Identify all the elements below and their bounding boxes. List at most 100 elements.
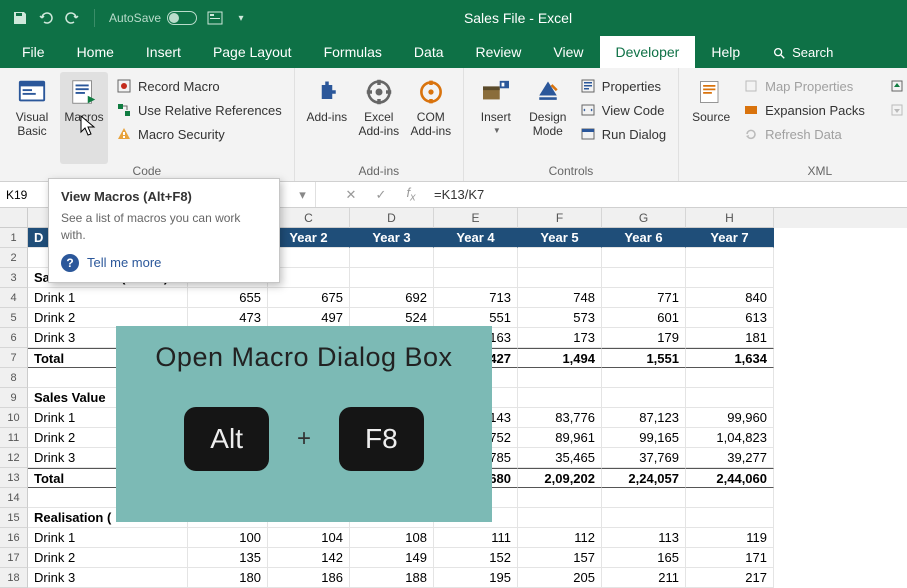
insert-button[interactable]: Insert ▼ xyxy=(472,72,520,164)
tab-developer[interactable]: Developer xyxy=(600,36,696,68)
fx-icon[interactable]: fx xyxy=(396,182,426,207)
data-cell[interactable]: 771 xyxy=(602,288,686,308)
row-header[interactable]: 12 xyxy=(0,448,28,468)
cell[interactable] xyxy=(686,488,774,508)
import-button[interactable]: Import xyxy=(885,76,907,96)
row-header[interactable]: 16 xyxy=(0,528,28,548)
col-header-h[interactable]: H xyxy=(686,208,774,228)
tab-data[interactable]: Data xyxy=(398,36,460,68)
addins-button[interactable]: Add-ins xyxy=(303,72,351,164)
data-cell[interactable]: 135 xyxy=(188,548,268,568)
data-cell[interactable]: 205 xyxy=(518,568,602,588)
cell[interactable] xyxy=(518,508,602,528)
tab-page-layout[interactable]: Page Layout xyxy=(197,36,308,68)
data-cell[interactable]: 157 xyxy=(518,548,602,568)
data-cell[interactable]: 2,44,060 xyxy=(686,468,774,488)
data-cell[interactable]: 119 xyxy=(686,528,774,548)
view-code-button[interactable]: View Code xyxy=(576,100,670,120)
row-header[interactable]: 4 xyxy=(0,288,28,308)
excel-addins-button[interactable]: Excel Add-ins xyxy=(355,72,403,164)
record-macro-button[interactable]: Record Macro xyxy=(112,76,286,96)
data-cell[interactable]: 217 xyxy=(686,568,774,588)
cancel-formula-icon[interactable]: ✕ xyxy=(336,182,366,207)
row-header[interactable]: 9 xyxy=(0,388,28,408)
data-cell[interactable]: 1,634 xyxy=(686,348,774,368)
data-cell[interactable]: 152 xyxy=(434,548,518,568)
toggle-off-icon[interactable] xyxy=(167,11,197,25)
autosave-toggle[interactable]: AutoSave xyxy=(109,11,197,25)
row-header[interactable]: 18 xyxy=(0,568,28,588)
row-label[interactable]: Drink 3 xyxy=(28,568,188,588)
data-cell[interactable]: 1,551 xyxy=(602,348,686,368)
data-cell[interactable]: 713 xyxy=(434,288,518,308)
data-cell[interactable]: 551 xyxy=(434,308,518,328)
tab-formulas[interactable]: Formulas xyxy=(308,36,398,68)
row-header[interactable]: 2 xyxy=(0,248,28,268)
cell[interactable] xyxy=(268,248,350,268)
data-cell[interactable]: 840 xyxy=(686,288,774,308)
source-button[interactable]: Source xyxy=(687,72,735,164)
cell[interactable] xyxy=(602,508,686,528)
refresh-data-button[interactable]: Refresh Data xyxy=(739,124,869,144)
header-cell[interactable]: Year 4 xyxy=(434,228,518,248)
select-all-corner[interactable] xyxy=(0,208,28,228)
cell[interactable] xyxy=(518,248,602,268)
data-cell[interactable]: 181 xyxy=(686,328,774,348)
data-cell[interactable]: 748 xyxy=(518,288,602,308)
data-cell[interactable]: 35,465 xyxy=(518,448,602,468)
header-cell[interactable]: Year 3 xyxy=(350,228,434,248)
row-header[interactable]: 11 xyxy=(0,428,28,448)
data-cell[interactable]: 89,961 xyxy=(518,428,602,448)
cell[interactable] xyxy=(686,508,774,528)
row-header[interactable]: 5 xyxy=(0,308,28,328)
row-header[interactable]: 8 xyxy=(0,368,28,388)
cell[interactable] xyxy=(602,488,686,508)
tab-file[interactable]: File xyxy=(6,36,61,68)
data-cell[interactable]: 2,24,057 xyxy=(602,468,686,488)
map-properties-button[interactable]: Map Properties xyxy=(739,76,869,96)
data-cell[interactable]: 111 xyxy=(434,528,518,548)
cell[interactable] xyxy=(602,268,686,288)
col-header-d[interactable]: D xyxy=(350,208,434,228)
data-cell[interactable]: 113 xyxy=(602,528,686,548)
data-cell[interactable]: 179 xyxy=(602,328,686,348)
expansion-packs-button[interactable]: Expansion Packs xyxy=(739,100,869,120)
tab-home[interactable]: Home xyxy=(61,36,130,68)
row-header[interactable]: 13 xyxy=(0,468,28,488)
row-header[interactable]: 14 xyxy=(0,488,28,508)
cell[interactable] xyxy=(686,248,774,268)
row-header[interactable]: 15 xyxy=(0,508,28,528)
header-cell[interactable]: Year 7 xyxy=(686,228,774,248)
tooltip-tell-me-more[interactable]: ? Tell me more xyxy=(61,254,267,272)
cell[interactable] xyxy=(686,268,774,288)
cell[interactable] xyxy=(602,248,686,268)
formula-value[interactable]: =K13/K7 xyxy=(426,187,484,202)
data-cell[interactable]: 142 xyxy=(268,548,350,568)
data-cell[interactable]: 37,769 xyxy=(602,448,686,468)
form-icon[interactable] xyxy=(207,10,223,26)
data-cell[interactable]: 1,494 xyxy=(518,348,602,368)
data-cell[interactable]: 655 xyxy=(188,288,268,308)
data-cell[interactable]: 165 xyxy=(602,548,686,568)
visual-basic-button[interactable]: Visual Basic xyxy=(8,72,56,164)
data-cell[interactable]: 613 xyxy=(686,308,774,328)
data-cell[interactable]: 601 xyxy=(602,308,686,328)
header-cell[interactable]: Year 2 xyxy=(268,228,350,248)
cell[interactable] xyxy=(518,368,602,388)
tab-insert[interactable]: Insert xyxy=(130,36,197,68)
macro-security-button[interactable]: Macro Security xyxy=(112,124,286,144)
cell[interactable] xyxy=(686,388,774,408)
qat-dropdown-icon[interactable]: ▾ xyxy=(233,10,249,26)
data-cell[interactable]: 108 xyxy=(350,528,434,548)
cell[interactable] xyxy=(434,268,518,288)
cell[interactable] xyxy=(350,268,434,288)
data-cell[interactable]: 100 xyxy=(188,528,268,548)
data-cell[interactable]: 573 xyxy=(518,308,602,328)
cell[interactable] xyxy=(518,268,602,288)
row-header[interactable]: 3 xyxy=(0,268,28,288)
cell[interactable] xyxy=(602,368,686,388)
cell[interactable] xyxy=(518,488,602,508)
cell[interactable] xyxy=(518,388,602,408)
design-mode-button[interactable]: Design Mode xyxy=(524,72,572,164)
data-cell[interactable]: 171 xyxy=(686,548,774,568)
